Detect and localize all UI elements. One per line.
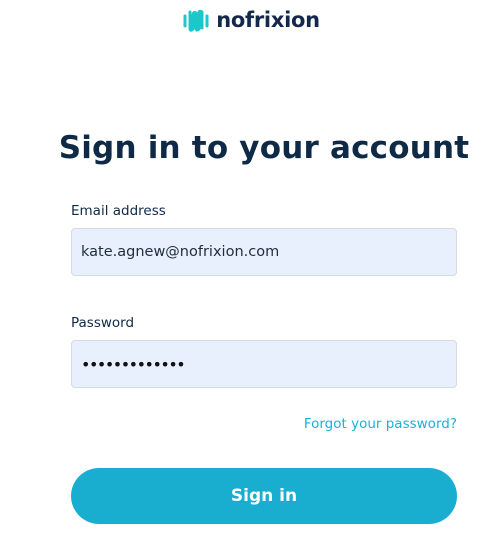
password-field-value: ••••••••••••• <box>81 354 186 374</box>
email-label: Email address <box>71 203 166 219</box>
sign-in-button-label: Sign in <box>230 486 298 506</box>
page-title: Sign in to your account <box>58 130 470 166</box>
email-field[interactable]: kate.agnew@nofrixion.com <box>71 228 457 276</box>
nofrixion-wave-logo-icon <box>183 9 209 32</box>
brand-name: nofrixion <box>216 8 320 32</box>
password-label: Password <box>71 315 135 331</box>
sign-in-button[interactable]: Sign in <box>71 468 457 524</box>
brand-header: nofrixion <box>0 7 502 33</box>
forgot-password-link[interactable]: Forgot your password? <box>304 416 457 432</box>
email-field-value: kate.agnew@nofrixion.com <box>81 244 280 260</box>
password-field[interactable]: ••••••••••••• <box>71 340 457 388</box>
sign-in-page: nofrixion Sign in to your account Email … <box>0 0 502 548</box>
